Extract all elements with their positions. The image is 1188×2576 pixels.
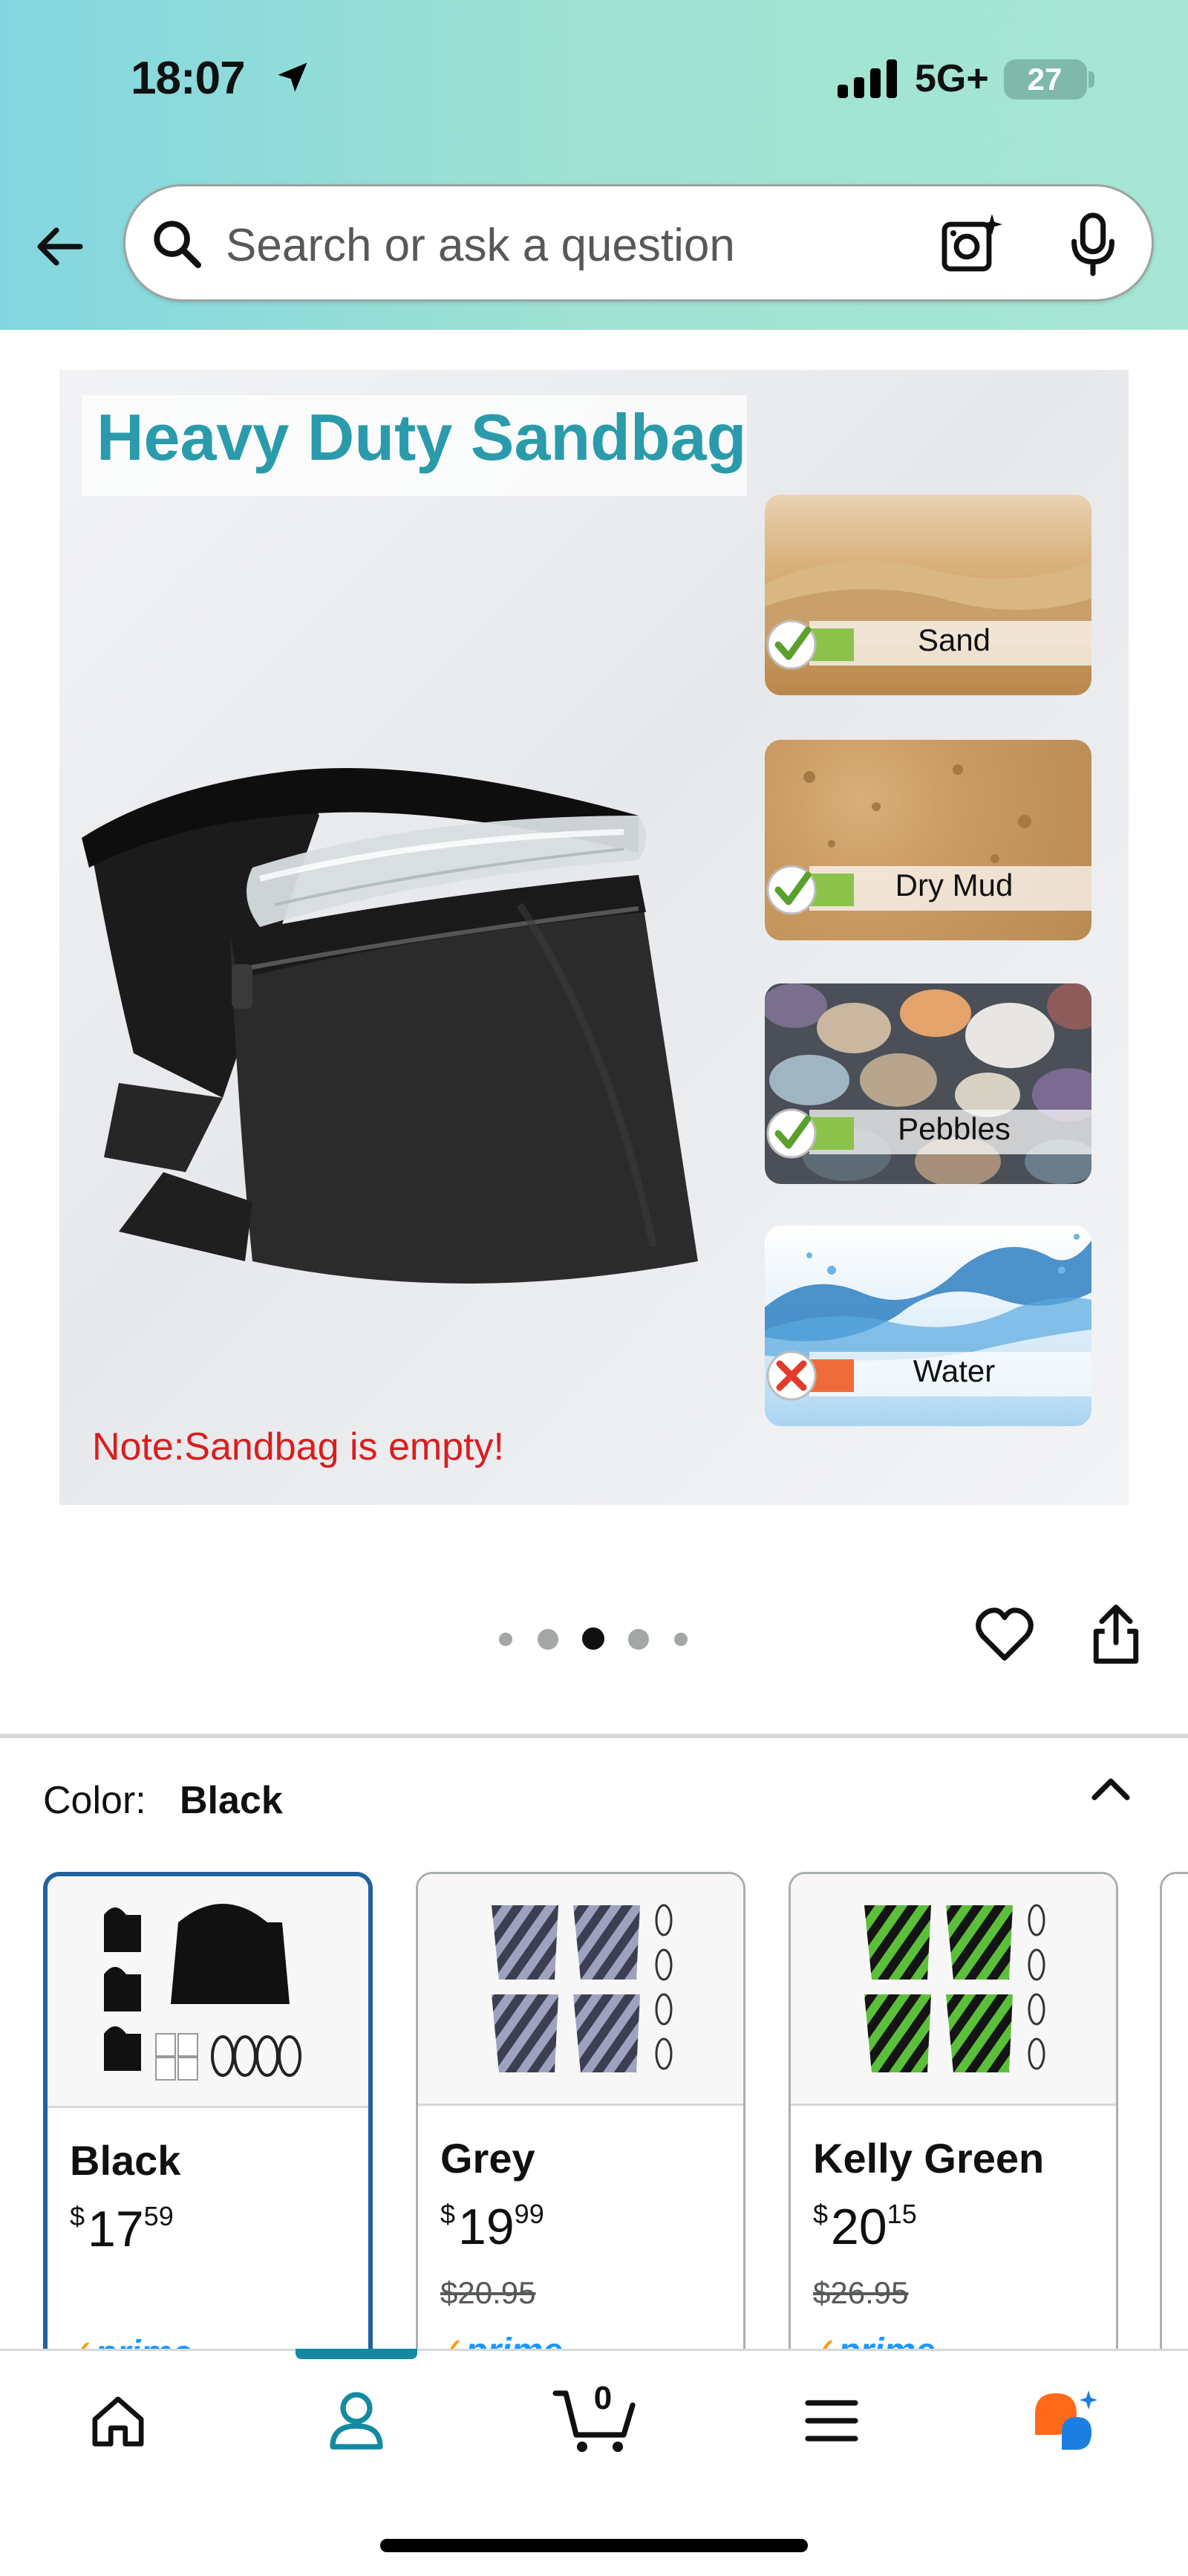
camera-search-icon[interactable] [939, 211, 1004, 276]
swatch-kelly-green[interactable]: Kelly Green $2015 $26.95 ✓prime [789, 1872, 1118, 2392]
carousel-dot[interactable] [674, 1633, 688, 1646]
fill-card-water: Water [765, 1226, 1091, 1426]
swatch-price: $1999 [440, 2199, 544, 2255]
network-type: 5G+ [915, 57, 989, 100]
battery-nub [1089, 71, 1094, 88]
empty-note: Note:Sandbag is empty! [92, 1425, 504, 1468]
fill-label-sand: Sand [917, 622, 991, 657]
fill-label-dry-mud: Dry Mud [895, 868, 1014, 902]
search-icon [154, 221, 202, 269]
rufus-assistant-icon[interactable] [1029, 2387, 1100, 2454]
fill-card-dry-mud: Dry Mud [765, 740, 1091, 940]
list-price: $20.95 [440, 2275, 536, 2310]
product-image[interactable]: Heavy Duty Sandbag Sand Dry Mud Pebbles … [59, 370, 1129, 1505]
search-input[interactable] [226, 217, 894, 273]
fill-card-sand: Sand [765, 495, 1091, 695]
carousel-dot[interactable] [499, 1633, 512, 1646]
carousel-dot[interactable] [628, 1629, 649, 1650]
carousel-dots[interactable] [496, 1627, 692, 1650]
cart-count: 0 [593, 2380, 613, 2416]
swatch-thumbnail [418, 1874, 743, 2106]
active-tab-indicator [296, 2349, 417, 2359]
app-header: 18:07 5G+ 27 [0, 0, 1188, 330]
cellular-signal-icon [838, 59, 897, 98]
account-icon[interactable] [328, 2389, 385, 2451]
menu-icon[interactable] [805, 2398, 858, 2444]
carousel-dot[interactable] [538, 1629, 558, 1650]
share-icon[interactable] [1090, 1603, 1142, 1665]
swatch-name: Kelly Green [813, 2135, 1045, 2182]
swatch-price: $1759 [70, 2201, 174, 2257]
swatch-black[interactable]: Black $1759 ✓prime [43, 1872, 373, 2392]
section-divider [0, 1734, 1188, 1738]
location-arrow-icon [278, 62, 307, 92]
status-time: 18:07 [131, 53, 246, 104]
heart-icon[interactable] [974, 1606, 1035, 1664]
swatch-thumbnail [791, 1874, 1116, 2106]
battery-level: 27 [1027, 62, 1063, 97]
variation-selected-value: Black [180, 1779, 283, 1822]
swatch-next-peek[interactable] [1160, 1872, 1188, 2392]
home-indicator [380, 2539, 808, 2552]
swatch-thumbnail [48, 1876, 368, 2108]
fill-label-water: Water [913, 1353, 996, 1388]
fill-label-pebbles: Pebbles [898, 1111, 1011, 1146]
swatch-name: Grey [440, 2135, 535, 2182]
swatch-name: Black [70, 2137, 181, 2184]
microphone-icon[interactable] [1063, 211, 1123, 278]
sandbag-illustration [82, 768, 698, 1284]
variation-label: Color: [43, 1779, 146, 1822]
back-arrow-icon[interactable] [30, 217, 89, 276]
image-title: Heavy Duty Sandbag [97, 400, 747, 474]
swatch-price: $2015 [813, 2199, 917, 2255]
fill-card-pebbles: Pebbles [765, 983, 1091, 1184]
list-price: $26.95 [813, 2275, 909, 2310]
home-icon[interactable] [89, 2393, 147, 2448]
chevron-up-icon[interactable] [1089, 1771, 1133, 1806]
swatch-grey[interactable]: Grey $1999 $20.95 ✓prime [416, 1872, 745, 2392]
carousel-dot-active[interactable] [582, 1627, 604, 1650]
